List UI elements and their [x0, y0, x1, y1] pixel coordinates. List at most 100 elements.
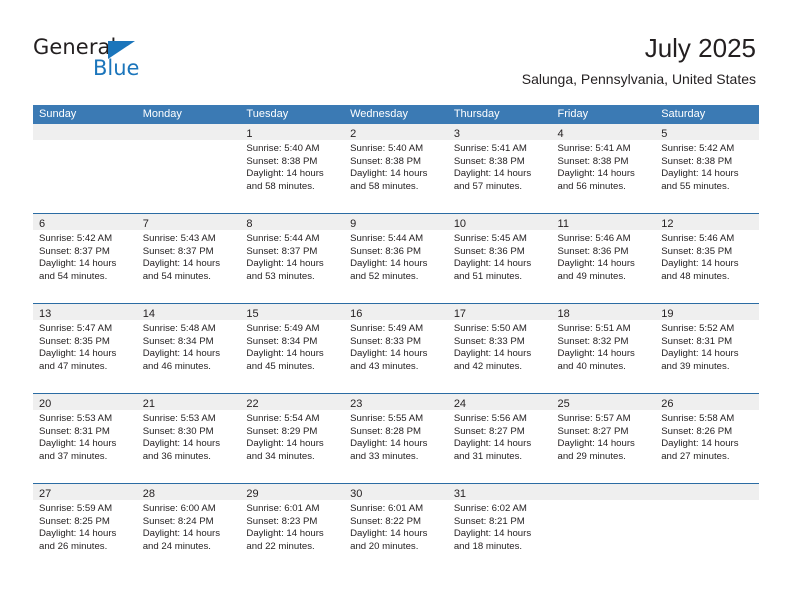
day-cell[interactable]: 1 Sunrise: 5:40 AM Sunset: 8:38 PM Daylight…	[240, 124, 345, 213]
sunrise-text: Sunrise: 5:51 AM	[557, 323, 631, 334]
day-info: Sunrise: 5:43 AM Sunset: 8:37 PM Daylight:…	[137, 230, 241, 283]
day-cell[interactable]: 9 Sunrise: 5:44 AM Sunset: 8:36 PM Daylight…	[344, 214, 448, 303]
date-number: 9	[350, 218, 357, 230]
day-cell[interactable]: 26 Sunrise: 5:58 AM Sunset: 8:26 PM Dayligh…	[655, 394, 759, 483]
day-cell[interactable]: 2 Sunrise: 5:40 AM Sunset: 8:38 PM Daylight…	[344, 124, 448, 213]
day-info: Sunrise: 5:46 AM Sunset: 8:35 PM Daylight:…	[655, 230, 759, 283]
day-cell[interactable]: 12 Sunrise: 5:46 AM Sunset: 8:35 PM Dayligh…	[655, 214, 759, 303]
day-cell[interactable]: 8 Sunrise: 5:44 AM Sunset: 8:37 PM Daylight…	[240, 214, 345, 303]
day-cell[interactable]: 16 Sunrise: 5:49 AM Sunset: 8:33 PM Dayligh…	[344, 304, 448, 393]
day-info: Sunrise: 5:48 AM Sunset: 8:34 PM Daylight:…	[137, 320, 241, 373]
day-info: Sunrise: 5:49 AM Sunset: 8:34 PM Daylight:…	[240, 320, 344, 373]
sunrise-text: Sunrise: 5:48 AM	[142, 323, 216, 334]
day-info: Sunrise: 6:01 AM Sunset: 8:23 PM Daylight:…	[240, 500, 344, 553]
day-cell[interactable]: 15 Sunrise: 5:49 AM Sunset: 8:34 PM Dayligh…	[240, 304, 345, 393]
date-band: 1	[240, 124, 345, 140]
day-cell[interactable]: 13 Sunrise: 5:47 AM Sunset: 8:35 PM Dayligh…	[33, 304, 137, 393]
sunset-text: Sunset: 8:38 PM	[350, 155, 422, 167]
date-band: 5	[655, 124, 759, 140]
day-cell[interactable]: 6 Sunrise: 5:42 AM Sunset: 8:37 PM Daylight…	[33, 214, 137, 303]
day-cell[interactable]: 29 Sunrise: 6:01 AM Sunset: 8:23 PM Dayligh…	[240, 484, 345, 573]
date-band: 18	[551, 304, 656, 320]
day-cell[interactable]: 18 Sunrise: 5:51 AM Sunset: 8:32 PM Dayligh…	[551, 304, 656, 393]
day-cell[interactable]: 4 Sunrise: 5:41 AM Sunset: 8:38 PM Daylight…	[551, 124, 656, 213]
daylight-text-line1: Daylight: 14 hours	[246, 168, 324, 180]
sunrise-text: Sunrise: 5:42 AM	[661, 143, 735, 154]
daylight-text-line2: and 47 minutes.	[39, 360, 108, 372]
day-info: Sunrise: 5:40 AM Sunset: 8:38 PM Daylight:…	[240, 140, 344, 193]
day-cell[interactable]: 17 Sunrise: 5:50 AM Sunset: 8:33 PM Dayligh…	[447, 304, 552, 393]
date-band	[655, 484, 759, 500]
daylight-text-line1: Daylight: 14 hours	[557, 438, 635, 450]
sunrise-text: Sunrise: 5:58 AM	[661, 413, 735, 424]
sunrise-text: Sunrise: 5:45 AM	[453, 233, 527, 244]
date-number: 11	[557, 218, 569, 230]
day-cell[interactable]: 28 Sunrise: 6:00 AM Sunset: 8:24 PM Dayligh…	[136, 484, 241, 573]
day-info: Sunrise: 5:57 AM Sunset: 8:27 PM Daylight:…	[552, 410, 656, 463]
general-blue-logo[interactable]: General Blue	[33, 36, 213, 84]
sunrise-text: Sunrise: 5:57 AM	[557, 413, 631, 424]
daylight-text-line2: and 18 minutes.	[453, 540, 523, 552]
page-subtitle: Salunga, Pennsylvania, United States	[521, 71, 756, 87]
date-band: 2	[344, 124, 448, 140]
daylight-text-line2: and 54 minutes.	[142, 270, 211, 282]
day-header-sunday: Sunday	[39, 108, 77, 120]
date-band: 14	[136, 304, 241, 320]
daylight-text-line2: and 56 minutes.	[557, 180, 626, 192]
day-cell[interactable]: 5 Sunrise: 5:42 AM Sunset: 8:38 PM Daylight…	[655, 124, 759, 213]
day-cell[interactable]: 27 Sunrise: 5:59 AM Sunset: 8:25 PM Dayligh…	[33, 484, 137, 573]
date-number: 13	[39, 308, 52, 320]
sunset-text: Sunset: 8:35 PM	[39, 335, 110, 347]
date-number: 29	[246, 488, 259, 500]
day-info: Sunrise: 5:44 AM Sunset: 8:36 PM Daylight:…	[344, 230, 448, 283]
day-cell[interactable]: 14 Sunrise: 5:48 AM Sunset: 8:34 PM Dayligh…	[136, 304, 241, 393]
sunset-text: Sunset: 8:24 PM	[142, 515, 214, 527]
daylight-text-line1: Daylight: 14 hours	[142, 438, 221, 450]
date-band: 9	[344, 214, 448, 230]
daylight-text-line2: and 55 minutes.	[661, 180, 730, 192]
daylight-text-line1: Daylight: 14 hours	[350, 528, 428, 540]
day-cell[interactable]: 30 Sunrise: 6:01 AM Sunset: 8:22 PM Dayligh…	[344, 484, 448, 573]
day-info: Sunrise: 5:53 AM Sunset: 8:30 PM Daylight:…	[137, 410, 241, 463]
sunset-text: Sunset: 8:38 PM	[661, 155, 733, 167]
calendar-week-row: 1 Sunrise: 5:40 AM Sunset: 8:38 PM Daylight…	[33, 124, 759, 213]
sunrise-text: Sunrise: 5:44 AM	[246, 233, 320, 244]
day-cell[interactable]: 31 Sunrise: 6:02 AM Sunset: 8:21 PM Dayligh…	[447, 484, 552, 573]
date-band: 27	[33, 484, 137, 500]
day-cell[interactable]: 10 Sunrise: 5:45 AM Sunset: 8:36 PM Dayligh…	[447, 214, 552, 303]
daylight-text-line1: Daylight: 14 hours	[246, 348, 324, 360]
daylight-text-line2: and 43 minutes.	[350, 360, 419, 372]
day-info: Sunrise: 5:52 AM Sunset: 8:31 PM Daylight:…	[655, 320, 759, 373]
sunset-text: Sunset: 8:29 PM	[246, 425, 318, 437]
date-band: 23	[344, 394, 448, 410]
day-cell[interactable]: 25 Sunrise: 5:57 AM Sunset: 8:27 PM Dayligh…	[551, 394, 656, 483]
day-cell[interactable]: 7 Sunrise: 5:43 AM Sunset: 8:37 PM Daylight…	[136, 214, 241, 303]
date-band: 21	[136, 394, 241, 410]
day-cell[interactable]: 3 Sunrise: 5:41 AM Sunset: 8:38 PM Daylight…	[447, 124, 552, 213]
date-band: 8	[240, 214, 345, 230]
day-cell[interactable]: 19 Sunrise: 5:52 AM Sunset: 8:31 PM Dayligh…	[655, 304, 759, 393]
daylight-text-line2: and 26 minutes.	[39, 540, 108, 552]
daylight-text-line2: and 53 minutes.	[246, 270, 315, 282]
sunset-text: Sunset: 8:36 PM	[350, 245, 422, 257]
sunrise-text: Sunrise: 5:55 AM	[350, 413, 424, 424]
date-number: 16	[350, 308, 363, 320]
day-cell[interactable]: 24 Sunrise: 5:56 AM Sunset: 8:27 PM Dayligh…	[447, 394, 552, 483]
day-cell[interactable]: 21 Sunrise: 5:53 AM Sunset: 8:30 PM Dayligh…	[136, 394, 241, 483]
sunrise-text: Sunrise: 5:53 AM	[142, 413, 216, 424]
day-info: Sunrise: 5:44 AM Sunset: 8:37 PM Daylight:…	[240, 230, 344, 283]
day-cell[interactable]: 11 Sunrise: 5:46 AM Sunset: 8:36 PM Dayligh…	[551, 214, 656, 303]
sunrise-text: Sunrise: 5:41 AM	[453, 143, 527, 154]
date-number: 23	[350, 398, 363, 410]
calendar-week-row: 6 Sunrise: 5:42 AM Sunset: 8:37 PM Daylight…	[33, 213, 759, 303]
sunrise-text: Sunrise: 5:52 AM	[661, 323, 735, 334]
date-number: 24	[453, 398, 467, 410]
day-info: Sunrise: 5:59 AM Sunset: 8:25 PM Daylight:…	[33, 500, 137, 553]
date-band: 4	[551, 124, 656, 140]
day-header-wednesday: Wednesday	[350, 108, 408, 120]
day-cell[interactable]: 20 Sunrise: 5:53 AM Sunset: 8:31 PM Dayligh…	[33, 394, 137, 483]
day-cell[interactable]: 22 Sunrise: 5:54 AM Sunset: 8:29 PM Dayligh…	[240, 394, 345, 483]
day-cell[interactable]: 23 Sunrise: 5:55 AM Sunset: 8:28 PM Dayligh…	[344, 394, 448, 483]
date-band: 22	[240, 394, 345, 410]
daylight-text-line1: Daylight: 14 hours	[350, 348, 428, 360]
